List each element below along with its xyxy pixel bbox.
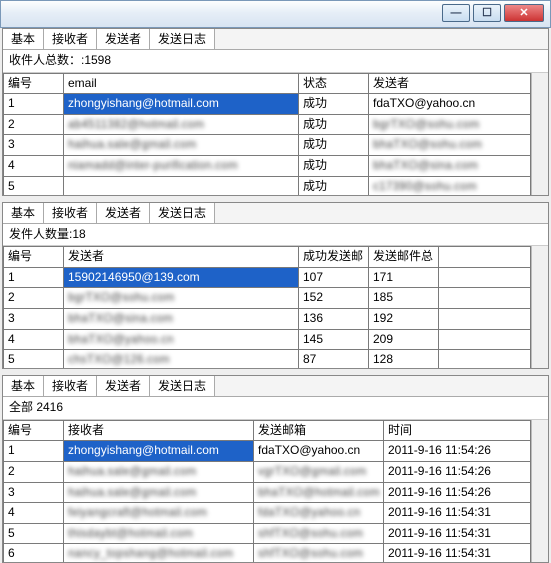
pane1-info: 收件人总数：:1598 [3, 50, 548, 73]
table-row[interactable]: 3haihua.sale@gmail.combhaTXO@hotmail.com… [4, 482, 531, 503]
table-row[interactable]: 3haihua.sale@gmail.com成功bhaTXO@sohu.com [4, 135, 531, 156]
table-row[interactable]: 4niamadd@inter-purification.com成功bhaTXO@… [4, 155, 531, 176]
table-senders[interactable]: 编号 发送者 成功发送邮 发送邮件总 115902146950@139.com1… [3, 246, 531, 368]
vscroll-1[interactable] [531, 73, 548, 195]
tab-basic[interactable]: 基本 [3, 203, 44, 223]
tabs-2: 基本 接收者 发送者 发送日志 [3, 203, 548, 224]
table-header: 编号 接收者 发送邮箱 时间 [4, 420, 531, 441]
table-row[interactable]: 5thisdaybt@hotmail.comshfTXO@sohu.com201… [4, 523, 531, 544]
pane3-info: 全部 2416 [3, 397, 548, 420]
pane2-info: 发件人数量:18 [3, 224, 548, 247]
tab-recv[interactable]: 接收者 [44, 29, 97, 49]
tab-basic[interactable]: 基本 [3, 376, 44, 396]
table-row[interactable]: 115902146950@139.com107171 [4, 267, 531, 288]
tab-basic[interactable]: 基本 [3, 29, 44, 49]
tabs-1: 基本 接收者 发送者 发送日志 [3, 29, 548, 50]
table-row[interactable]: 6nancy_topshang@hotmail.comshfTXO@sohu.c… [4, 544, 531, 562]
table-header: 编号 email 状态 发送者 [4, 73, 531, 94]
tab-recv[interactable]: 接收者 [44, 203, 97, 223]
maximize-button[interactable]: ☐ [473, 4, 501, 22]
tab-send[interactable]: 发送者 [97, 203, 150, 223]
table-row[interactable]: 4bhaTXO@yahoo.cn145209 [4, 329, 531, 350]
tab-send[interactable]: 发送者 [97, 376, 150, 396]
title-bar: — ☐ ✕ [0, 0, 551, 28]
tab-send[interactable]: 发送者 [97, 29, 150, 49]
table-row[interactable]: 2bgrTXO@sohu.com152185 [4, 288, 531, 309]
tabs-3: 基本 接收者 发送者 发送日志 [3, 376, 548, 397]
tab-recv[interactable]: 接收者 [44, 376, 97, 396]
table-log[interactable]: 编号 接收者 发送邮箱 时间 1zhongyishang@hotmail.com… [3, 420, 531, 562]
minimize-button[interactable]: — [442, 4, 470, 22]
table-receivers[interactable]: 编号 email 状态 发送者 1zhongyishang@hotmail.co… [3, 73, 531, 195]
vscroll-3[interactable] [531, 420, 548, 562]
table-row[interactable]: 5chsTXO@126.com87128 [4, 350, 531, 369]
table-row[interactable]: 1zhongyishang@hotmail.com成功fdaTXO@yahoo.… [4, 94, 531, 115]
pane-receivers: 基本 接收者 发送者 发送日志 收件人总数：:1598 编号 email 状态 … [2, 28, 549, 196]
tab-log[interactable]: 发送日志 [150, 376, 215, 396]
table-row[interactable]: 4feiyangcraft@hotmail.comfdaTXO@yahoo.cn… [4, 503, 531, 524]
table-header: 编号 发送者 成功发送邮 发送邮件总 [4, 247, 531, 268]
table-row[interactable]: 2ab4511382@hotmail.com成功bgrTXO@sohu.com [4, 114, 531, 135]
table-row[interactable]: 3bhaTXO@sina.com136192 [4, 308, 531, 329]
tab-log[interactable]: 发送日志 [150, 29, 215, 49]
close-button[interactable]: ✕ [504, 4, 544, 22]
vscroll-2[interactable] [531, 246, 548, 368]
tab-log[interactable]: 发送日志 [150, 203, 215, 223]
table-row[interactable]: 5成功c17390@sohu.com [4, 176, 531, 195]
pane-senders: 基本 接收者 发送者 发送日志 发件人数量:18 编号 发送者 成功发送邮 发送… [2, 202, 549, 370]
pane-log: 基本 接收者 发送者 发送日志 全部 2416 编号 接收者 发送邮箱 时间 1… [2, 375, 549, 563]
table-row[interactable]: 2haihua.sale@gmail.comvgrTXO@gmail.com20… [4, 461, 531, 482]
table-row[interactable]: 1zhongyishang@hotmail.comfdaTXO@yahoo.cn… [4, 441, 531, 462]
